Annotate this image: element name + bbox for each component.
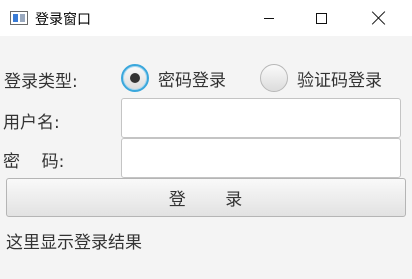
password-input[interactable] (121, 138, 401, 178)
username-label: 用户名: (3, 113, 60, 133)
username-input[interactable] (121, 98, 401, 138)
close-icon (372, 11, 386, 25)
title-bar: 登录窗口 (0, 0, 412, 36)
radio-code-login-label: 验证码登录 (297, 70, 382, 91)
radio-password-login[interactable]: 密码登录 (121, 64, 226, 92)
window-title: 登录窗口 (35, 12, 91, 28)
radio-password-login-label: 密码登录 (158, 70, 226, 91)
minimize-button[interactable] (246, 0, 292, 36)
login-type-label: 登录类型: (4, 72, 78, 92)
password-label: 密 码: (3, 152, 65, 172)
radio-unselected-icon (260, 64, 288, 92)
maximize-button[interactable] (298, 0, 344, 36)
radio-selected-icon (121, 64, 149, 92)
window-app-icon (10, 11, 28, 25)
close-button[interactable] (356, 0, 402, 36)
minimize-icon (264, 17, 274, 19)
login-result-text: 这里显示登录结果 (6, 233, 142, 253)
maximize-icon (315, 12, 327, 24)
login-button[interactable]: 登 录 (6, 178, 406, 217)
radio-code-login[interactable]: 验证码登录 (260, 64, 382, 92)
